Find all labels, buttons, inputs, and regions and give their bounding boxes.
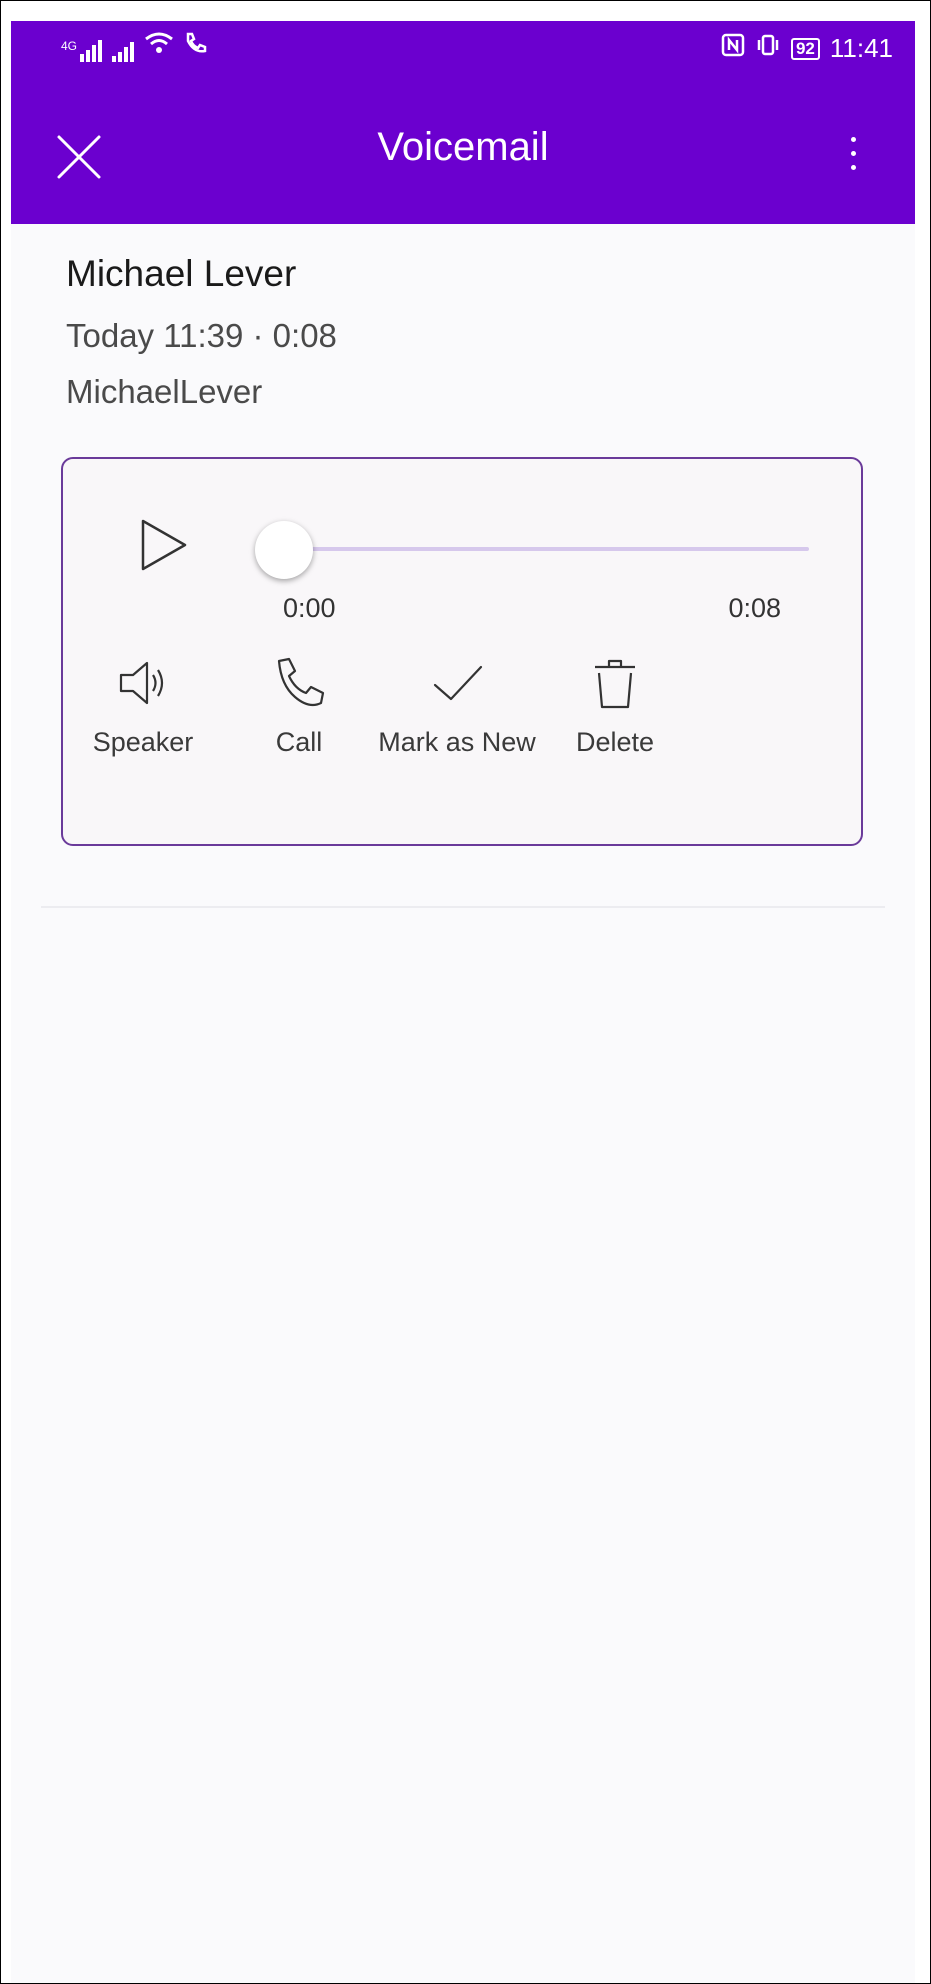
- network-type-label: 4G: [61, 39, 78, 53]
- screenshot-frame: 4G 92 11:41 Voicemail Michael Lever Toda…: [0, 0, 931, 1984]
- delete-button[interactable]: Delete: [515, 653, 715, 758]
- more-options-button[interactable]: [845, 131, 861, 183]
- speaker-icon: [119, 661, 164, 705]
- caller-username: MichaelLever: [66, 373, 263, 410]
- progress-track[interactable]: [291, 547, 809, 551]
- phone-icon: [277, 657, 325, 707]
- status-time: 11:41: [829, 33, 893, 63]
- play-icon: [141, 519, 187, 571]
- checkmark-icon: [433, 665, 483, 701]
- total-time: 0:08: [728, 593, 781, 623]
- status-bar: 4G 92 11:41: [11, 21, 915, 77]
- voicemail-meta: Today 11:39 · 0:08: [66, 317, 337, 354]
- signal-icon: 4G: [61, 39, 103, 62]
- wifi-icon: [144, 31, 174, 62]
- more-dot: [850, 165, 856, 170]
- nfc-icon: [721, 33, 745, 64]
- voicemail-player: 0:00 0:08 Speaker Call Mark as New Delet…: [61, 457, 863, 846]
- trash-icon: [595, 659, 635, 709]
- play-button[interactable]: [133, 515, 193, 575]
- status-bar-left: 4G: [61, 31, 208, 62]
- status-bar-right: 92 11:41: [721, 33, 893, 64]
- page-title: Voicemail: [377, 125, 549, 169]
- delete-label: Delete: [575, 727, 655, 757]
- vibrate-icon: [755, 33, 781, 64]
- signal-icon-secondary: [112, 40, 135, 62]
- more-dot: [850, 151, 856, 156]
- progress-thumb[interactable]: [255, 521, 313, 579]
- more-vertical-icon: [850, 137, 856, 142]
- current-time: 0:00: [283, 593, 336, 623]
- battery-icon: 92: [790, 37, 820, 60]
- phone-screen: 4G 92 11:41 Voicemail Michael Lever Toda…: [11, 21, 915, 1983]
- app-bar: 4G 92 11:41 Voicemail: [11, 21, 915, 224]
- caller-name: Michael Lever: [66, 253, 297, 294]
- divider: [41, 906, 885, 908]
- wifi-calling-icon: [184, 31, 208, 62]
